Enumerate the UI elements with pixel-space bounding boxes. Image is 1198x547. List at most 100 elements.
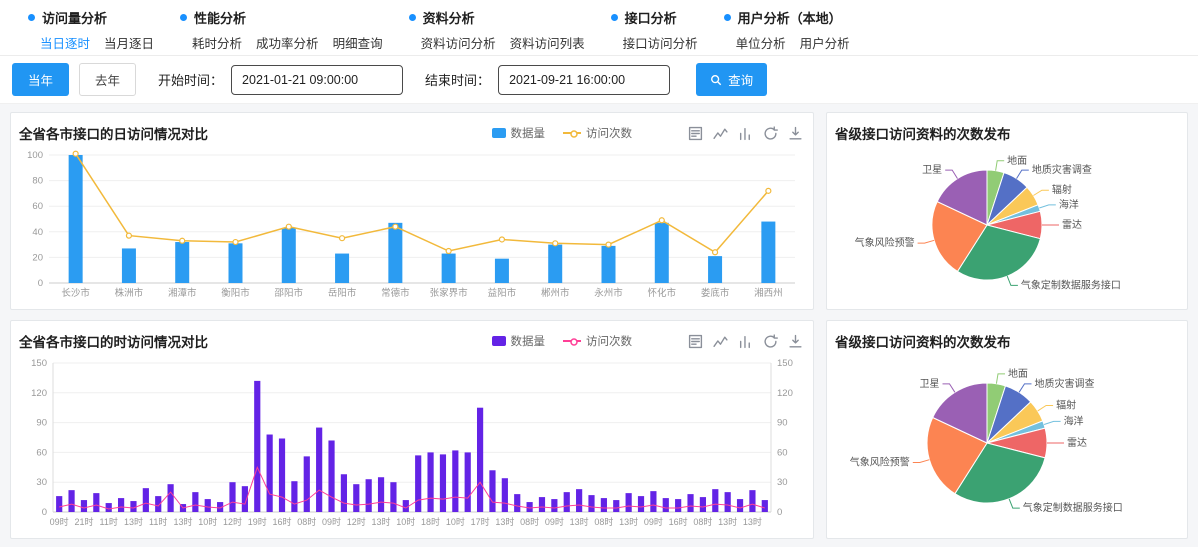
svg-text:10时: 10时 [446, 516, 465, 527]
svg-text:60: 60 [36, 447, 47, 458]
hourly-chart-legend: 数据量 访问次数 [492, 333, 633, 349]
svg-text:地面: 地面 [1007, 154, 1027, 167]
refresh-icon[interactable] [763, 334, 778, 349]
daily-chart-card: 全省各市接口的日访问情况对比 数据量访问次数 020406080100长沙市株洲… [10, 112, 814, 310]
nav-item[interactable]: 成功率分析 [256, 33, 319, 52]
svg-text:常德市: 常德市 [381, 287, 410, 299]
filter-toolbar: 当年 去年 开始时间： 结束时间： 查询 [0, 56, 1198, 104]
download-icon[interactable] [788, 126, 803, 141]
svg-text:21时: 21时 [74, 516, 93, 527]
svg-text:13时: 13时 [619, 516, 638, 527]
svg-text:09时: 09时 [322, 516, 341, 527]
download-icon[interactable] [788, 334, 803, 349]
svg-text:海洋: 海洋 [1059, 198, 1079, 211]
nav-group-title: 接口分析 [611, 8, 698, 27]
legend-line-marker-icon [563, 340, 581, 342]
bullet-icon [180, 14, 187, 21]
end-time-label: 结束时间： [425, 70, 490, 89]
svg-text:60: 60 [32, 201, 43, 212]
bar-switch-icon[interactable] [738, 126, 753, 141]
svg-text:17时: 17时 [471, 516, 490, 527]
svg-text:12时: 12时 [223, 516, 242, 527]
daily-chart-toolbox [688, 126, 803, 141]
legend-item[interactable]: 数据量 [492, 125, 546, 141]
svg-text:0: 0 [42, 507, 47, 518]
legend-label: 数据量 [511, 125, 546, 141]
svg-text:地面: 地面 [1008, 367, 1028, 380]
hourly-chart-title: 全省各市接口的时访问情况对比 [19, 331, 208, 351]
nav-group-title: 用户分析（本地） [724, 8, 850, 27]
svg-text:150: 150 [777, 358, 793, 369]
legend-item[interactable]: 数据量 [492, 333, 546, 349]
legend-label: 访问次数 [586, 333, 632, 349]
svg-text:0: 0 [777, 507, 782, 518]
pie-top-card: 省级接口访问资料的次数发布 地面地质灾害调查辐射海洋雷达气象定制数据服务接口气象… [826, 112, 1188, 310]
svg-text:岳阳市: 岳阳市 [328, 287, 357, 299]
daily-bar-line-chart[interactable]: 020406080100长沙市株洲市湘潭市衡阳市邵阳市岳阳市常德市张家界市益阳市… [19, 147, 805, 301]
svg-text:气象风险预警: 气象风险预警 [850, 456, 910, 469]
hourly-chart-toolbox [688, 334, 803, 349]
svg-text:09时: 09时 [644, 516, 663, 527]
pie-bottom-header: 省级接口访问资料的次数发布 [835, 329, 1179, 353]
svg-text:雷达: 雷达 [1062, 219, 1082, 231]
line-switch-icon[interactable] [713, 126, 728, 141]
nav-group-title: 访问量分析 [28, 8, 154, 27]
nav-item[interactable]: 耗时分析 [192, 33, 242, 52]
svg-text:衡阳市: 衡阳市 [221, 287, 250, 299]
legend-item[interactable]: 访问次数 [563, 333, 632, 349]
svg-text:郴州市: 郴州市 [541, 287, 570, 299]
refresh-icon[interactable] [763, 126, 778, 141]
pie-top-chart[interactable]: 地面地质灾害调查辐射海洋雷达气象定制数据服务接口气象风险预警卫星 [835, 147, 1179, 301]
start-time-input[interactable] [231, 65, 403, 95]
nav-group-title: 性能分析 [180, 8, 383, 27]
svg-text:60: 60 [777, 447, 788, 458]
bar-switch-icon[interactable] [738, 334, 753, 349]
hourly-chart-header: 全省各市接口的时访问情况对比 数据量 访问次数 [19, 329, 805, 353]
svg-text:10时: 10时 [198, 516, 217, 527]
nav-group: 访问量分析当日逐时当月逐日 [28, 8, 154, 52]
svg-text:气象风险预警: 气象风险预警 [855, 236, 915, 249]
svg-text:30: 30 [777, 477, 788, 488]
left-column: 全省各市接口的日访问情况对比 数据量访问次数 020406080100长沙市株洲… [10, 112, 814, 539]
svg-text:怀化市: 怀化市 [648, 287, 677, 299]
pie-bottom-chart[interactable]: 地面地质灾害调查辐射海洋雷达气象定制数据服务接口气象风险预警卫星 [835, 355, 1179, 530]
svg-text:90: 90 [36, 418, 47, 429]
svg-text:13时: 13时 [743, 516, 762, 527]
svg-text:湘西州: 湘西州 [754, 287, 783, 299]
nav-item[interactable]: 明细查询 [333, 33, 383, 52]
hourly-bar-line-chart[interactable]: 0030306060909012012015015009时21时11时13时11… [19, 355, 805, 530]
svg-text:08时: 08时 [297, 516, 316, 527]
nav-item[interactable]: 当月逐日 [104, 33, 154, 52]
svg-text:08时: 08时 [594, 516, 613, 527]
search-button[interactable]: 查询 [696, 63, 767, 96]
data-view-icon[interactable] [688, 126, 703, 141]
legend-item[interactable]: 访问次数 [563, 125, 632, 141]
line-switch-icon[interactable] [713, 334, 728, 349]
legend-line-marker-icon [563, 132, 581, 134]
svg-text:卫星: 卫星 [922, 164, 942, 176]
svg-text:09时: 09时 [545, 516, 564, 527]
pie-bottom-title: 省级接口访问资料的次数发布 [835, 331, 1011, 351]
data-view-icon[interactable] [688, 334, 703, 349]
nav-item[interactable]: 单位分析 [736, 33, 786, 52]
legend-bar-swatch-icon [492, 128, 506, 138]
nav-item[interactable]: 资料访问分析 [421, 33, 496, 52]
svg-text:气象定制数据服务接口: 气象定制数据服务接口 [1021, 278, 1121, 291]
nav-item[interactable]: 当日逐时 [40, 33, 90, 52]
nav-item[interactable]: 资料访问列表 [510, 33, 585, 52]
nav-group: 用户分析（本地） 单位分析用户分析 [724, 8, 850, 52]
this-year-button[interactable]: 当年 [12, 63, 69, 96]
nav-group: 性能分析耗时分析成功率分析明细查询 [180, 8, 383, 52]
nav-group: 资料分析资料访问分析资料访问列表 [409, 8, 585, 52]
end-time-input[interactable] [498, 65, 670, 95]
svg-text:地质灾害调查: 地质灾害调查 [1035, 377, 1095, 390]
nav-item[interactable]: 接口访问分析 [623, 33, 698, 52]
svg-text:辐射: 辐射 [1052, 183, 1072, 196]
svg-text:12时: 12时 [347, 516, 366, 527]
nav-item[interactable]: 用户分析 [800, 33, 850, 52]
svg-text:08时: 08时 [520, 516, 539, 527]
svg-text:气象定制数据服务接口: 气象定制数据服务接口 [1023, 501, 1123, 514]
last-year-button[interactable]: 去年 [79, 63, 136, 96]
svg-text:湘潭市: 湘潭市 [168, 287, 197, 299]
svg-text:雷达: 雷达 [1067, 437, 1087, 449]
